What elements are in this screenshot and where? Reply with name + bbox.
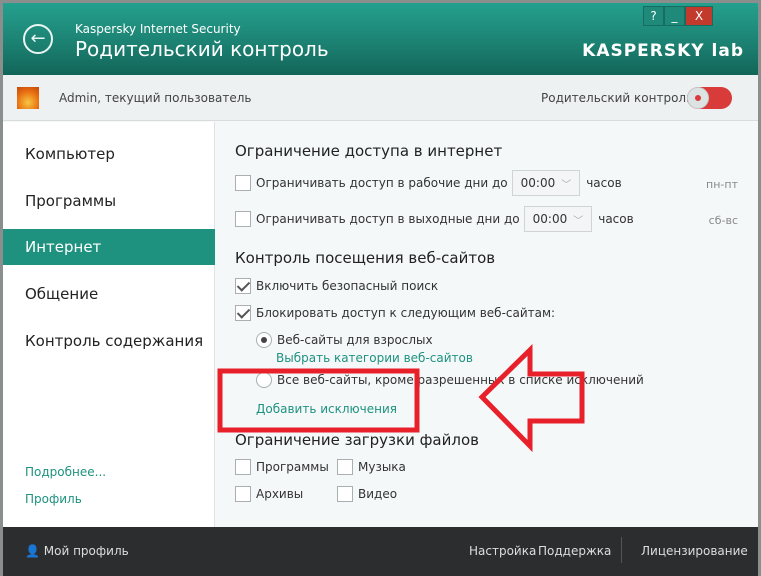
music-checkbox[interactable] [337, 459, 353, 475]
avatar [17, 87, 39, 109]
settings-link[interactable]: Настройка [469, 544, 536, 558]
arrow-left-icon: ← [30, 28, 46, 49]
page-title: Родительский контроль [75, 37, 329, 61]
video-label: Видео [358, 487, 398, 501]
user-bar: Admin, текущий пользователь Родительский… [3, 75, 758, 121]
internet-access-heading: Ограничение доступа в интернет [235, 142, 503, 160]
my-profile-label: Мой профиль [43, 544, 129, 558]
all-except-label: Все веб-сайты, кроме разрешенных в списк… [277, 373, 644, 387]
block-sites-label: Блокировать доступ к следующим веб-сайта… [256, 306, 556, 320]
file-type-video: Видео [337, 486, 397, 502]
programs-checkbox[interactable] [235, 459, 251, 475]
footer-divider [621, 537, 622, 563]
programs-label: Программы [256, 460, 329, 474]
adult-sites-label: Веб-сайты для взрослых [277, 333, 433, 347]
kaspersky-logo: KASPERSKY lab [582, 41, 744, 61]
weekend-time-select[interactable]: 00:00 ﹀ [523, 206, 593, 232]
weekend-unit: часов [598, 212, 634, 226]
block-sites-row: Блокировать доступ к следующим веб-сайта… [235, 305, 555, 321]
sidebar: Компьютер Программы Интернет Общение Кон… [3, 122, 215, 527]
video-checkbox[interactable] [337, 486, 353, 502]
sidebar-item-programs[interactable]: Программы [3, 183, 215, 219]
header: ← Kaspersky Internet Security Родительск… [3, 3, 758, 75]
more-link[interactable]: Подробнее... [25, 465, 106, 479]
archives-checkbox[interactable] [235, 486, 251, 502]
chevron-down-icon: ﹀ [561, 179, 572, 191]
profile-link[interactable]: Профиль [25, 492, 82, 506]
footer: 👤 Мой профиль Настройка Поддержка Лиценз… [3, 527, 758, 576]
close-button[interactable]: X [685, 6, 713, 26]
archives-label: Архивы [256, 487, 304, 501]
file-type-music: Музыка [337, 459, 406, 475]
add-exceptions-link[interactable]: Добавить исключения [256, 402, 397, 416]
music-label: Музыка [358, 460, 406, 474]
file-type-archives: Архивы [235, 486, 303, 502]
app-name: Kaspersky Internet Security [75, 22, 241, 36]
safe-search-row: Включить безопасный поиск [235, 278, 438, 294]
safe-search-checkbox[interactable] [235, 278, 251, 294]
weekday-limit-label: Ограничивать доступ в рабочие дни до [256, 176, 508, 190]
weekday-time-select[interactable]: 00:00 ﹀ [511, 170, 581, 196]
app-window: ← Kaspersky Internet Security Родительск… [3, 3, 758, 576]
weekend-time-value: 00:00 [532, 212, 568, 226]
weekend-limit-label: Ограничивать доступ в выходные дни до [256, 212, 520, 226]
weekday-limit-row: Ограничивать доступ в рабочие дни до 00:… [235, 170, 622, 196]
block-sites-checkbox[interactable] [235, 305, 251, 321]
all-except-radio[interactable] [256, 372, 272, 388]
choose-categories-link[interactable]: Выбрать категории веб-сайтов [276, 351, 473, 365]
sidebar-item-communication[interactable]: Общение [3, 276, 215, 312]
support-link[interactable]: Поддержка [538, 544, 611, 558]
parental-control-label: Родительский контроль [541, 91, 694, 105]
weekend-limit-checkbox[interactable] [235, 211, 251, 227]
weekday-unit: часов [586, 176, 622, 190]
weekend-limit-row: Ограничивать доступ в выходные дни до 00… [235, 206, 634, 232]
main-panel: Ограничение доступа в интернет Ограничив… [216, 122, 758, 527]
user-icon: 👤 [25, 544, 40, 558]
adult-sites-radio[interactable] [256, 332, 272, 348]
weekend-range: сб-вс [708, 214, 738, 227]
sidebar-item-content-control[interactable]: Контроль содержания [3, 323, 215, 359]
toggle-knob [687, 87, 709, 109]
file-download-heading: Ограничение загрузки файлов [235, 431, 479, 449]
adult-sites-row: Веб-сайты для взрослых [256, 332, 433, 348]
sidebar-item-internet[interactable]: Интернет [3, 229, 215, 265]
all-except-row: Все веб-сайты, кроме разрешенных в списк… [256, 372, 644, 388]
licensing-link[interactable]: Лицензирование [641, 544, 748, 558]
help-button[interactable]: ? [643, 6, 664, 26]
back-button[interactable]: ← [23, 24, 53, 54]
safe-search-label: Включить безопасный поиск [256, 279, 439, 293]
weekday-limit-checkbox[interactable] [235, 175, 251, 191]
file-type-programs: Программы [235, 459, 329, 475]
web-control-heading: Контроль посещения веб-сайтов [235, 249, 496, 267]
chevron-down-icon: ﹀ [573, 215, 584, 227]
sidebar-item-computer[interactable]: Компьютер [3, 136, 215, 172]
weekday-range: пн-пт [706, 178, 738, 191]
weekday-time-value: 00:00 [520, 176, 556, 190]
current-user: Admin, текущий пользователь [59, 91, 252, 105]
my-profile-button[interactable]: 👤 Мой профиль [25, 544, 129, 558]
minimize-button[interactable]: _ [664, 6, 685, 26]
parental-control-toggle[interactable] [687, 87, 732, 109]
